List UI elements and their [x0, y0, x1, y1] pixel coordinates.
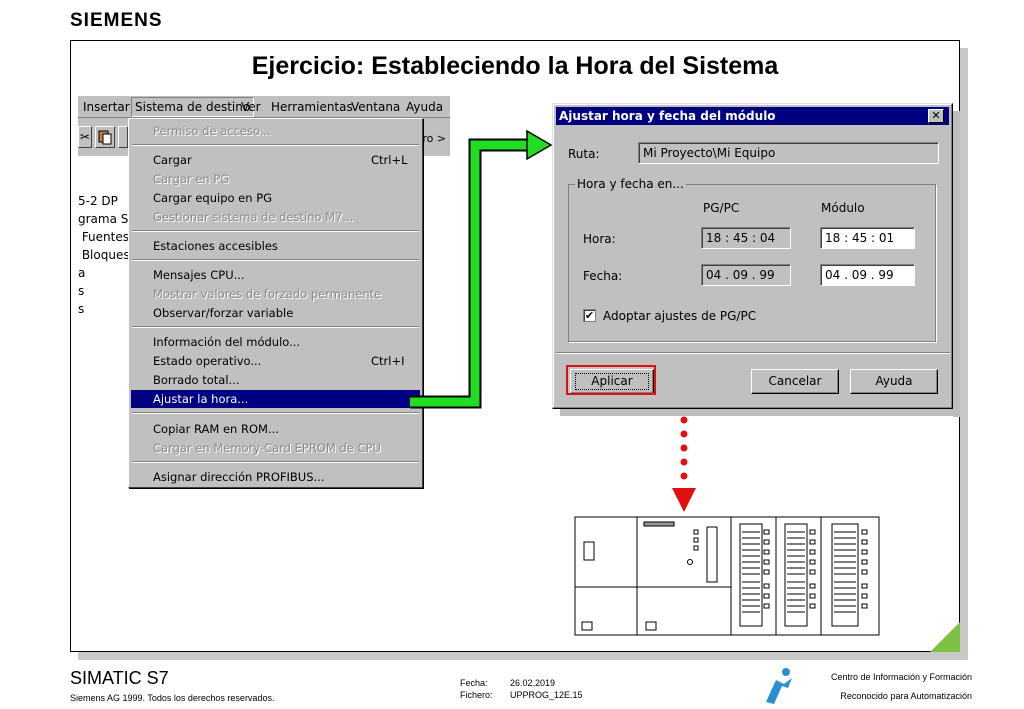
menu-item-estado-operativo[interactable]: Estado operativo... Ctrl+I [131, 352, 420, 370]
menu-ayuda[interactable]: Ayuda [406, 100, 443, 114]
plc-hardware-icon [574, 516, 880, 636]
dialog-shadow [953, 111, 960, 417]
menu-item-estaciones-accesibles[interactable]: Estaciones accesibles [131, 237, 420, 255]
recognized-for: Reconocido para Automatización [840, 691, 972, 701]
siemens-training-logo-icon [766, 668, 792, 704]
fecha-label: Fecha: [583, 269, 623, 283]
menu-separator [132, 461, 419, 463]
menu-item-permiso-acceso: Permiso de acceso... [153, 124, 271, 138]
route-field: Mi Proyecto\Mi Equipo [638, 142, 939, 164]
dialog-shadow [560, 409, 960, 416]
menu-item-mensajes-cpu[interactable]: Mensajes CPU... [131, 266, 420, 284]
fecha-pgpc-field: 04 . 09 . 99 [701, 264, 791, 286]
menu-separator [132, 144, 419, 146]
menu-item-borrado-total[interactable]: Borrado total... [131, 371, 420, 389]
hora-label: Hora: [583, 232, 616, 246]
toolbar-button[interactable] [118, 126, 128, 148]
fichero-value: UPPROG_12E.15 [510, 690, 583, 700]
menu-separator [132, 326, 419, 328]
copyright: Siemens AG 1999. Todos los derechos rese… [70, 693, 275, 703]
help-button[interactable]: Ayuda [850, 369, 938, 394]
menu-separator [132, 230, 419, 232]
siemens-logo: SIEMENS [70, 10, 163, 31]
route-label: Ruta: [568, 147, 600, 161]
fecha-modulo-field[interactable]: 04 . 09 . 99 [820, 264, 915, 286]
dialog-titlebar: Ajustar hora y fecha del módulo [556, 107, 949, 125]
frame-shadow [960, 48, 968, 660]
menu-herramientas[interactable]: Herramientas [271, 100, 353, 114]
checkmark-icon: ✔ [584, 309, 595, 322]
group-label: Hora y fecha en... [575, 177, 686, 191]
menu-item-gestionar-m7: Gestionar sistema de destino M7... [153, 210, 354, 224]
apply-button-highlight [566, 365, 656, 395]
menu-sistema-de-destino[interactable]: Sistema de destino [131, 97, 255, 117]
product-name: SIMATIC S7 [70, 668, 169, 688]
green-arrow-icon [410, 129, 553, 409]
menu-separator [132, 259, 419, 261]
menu-ver[interactable]: Ver [241, 100, 261, 114]
menu-item-asignar-profibus[interactable]: Asignar dirección PROFIBUS... [131, 468, 420, 486]
menu-item-cargar-en-pg: Cargar en PG [153, 172, 230, 186]
cut-icon[interactable]: ✂ [78, 126, 92, 148]
slide-title: Ejercicio: Estableciendo la Hora del Sis… [251, 52, 779, 80]
adopt-settings-label: Adoptar ajustes de PG/PC [603, 309, 757, 323]
paste-icon[interactable] [95, 126, 115, 148]
column-pgpc-header: PG/PC [703, 201, 740, 215]
menu-separator [132, 412, 419, 414]
menu-item-cargar-equipo-en-pg[interactable]: Cargar equipo en PG [131, 189, 420, 207]
menu-item-cargar-memory-card: Cargar en Memory-Card EPROM de CPU [153, 441, 381, 455]
frame-shadow [78, 652, 968, 660]
red-dotted-arrow-icon [672, 416, 696, 512]
set-time-dialog: Ajustar hora y fecha del módulo ✕ Ruta: … [552, 103, 953, 409]
cancel-button[interactable]: Cancelar [751, 369, 839, 394]
fichero-label: Fichero: [460, 690, 493, 700]
menu-item-informacion-modulo[interactable]: Información del módulo... [131, 333, 420, 351]
corner-triangle [930, 622, 960, 652]
menu-item-mostrar-forzado: Mostrar valores de forzado permanente [153, 287, 382, 301]
menubar: Insertar Sistema de destino Ver Herramie… [78, 96, 450, 118]
menu-item-observar-forzar[interactable]: Observar/forzar variable [131, 304, 420, 322]
sistema-de-destino-menu: Permiso de acceso... Cargar Ctrl+L Cargar… [128, 118, 423, 488]
hora-pgpc-field: 18 : 45 : 04 [701, 227, 791, 249]
training-center: Centro de Información y Formación [830, 672, 972, 682]
fecha-label: Fecha: [460, 678, 488, 688]
menu-item-copiar-ram-rom[interactable]: Copiar RAM en ROM... [131, 420, 420, 438]
adopt-settings-checkbox[interactable]: ✔ [583, 309, 596, 322]
menu-insertar[interactable]: Insertar [83, 100, 130, 114]
menu-item-ajustar-hora[interactable]: Ajustar la hora... [131, 390, 420, 408]
menu-item-cargar[interactable]: Cargar Ctrl+L [131, 151, 420, 169]
dialog-separator [556, 352, 950, 354]
window-close-icon[interactable]: ✕ [928, 109, 944, 123]
fecha-value: 26.02.2019 [510, 678, 556, 688]
dialog-title: Ajustar hora y fecha del módulo [559, 109, 776, 123]
menu-ventana[interactable]: Ventana [351, 100, 400, 114]
column-modulo-header: Módulo [821, 201, 865, 215]
hora-modulo-field[interactable]: 18 : 45 : 01 [820, 227, 915, 249]
